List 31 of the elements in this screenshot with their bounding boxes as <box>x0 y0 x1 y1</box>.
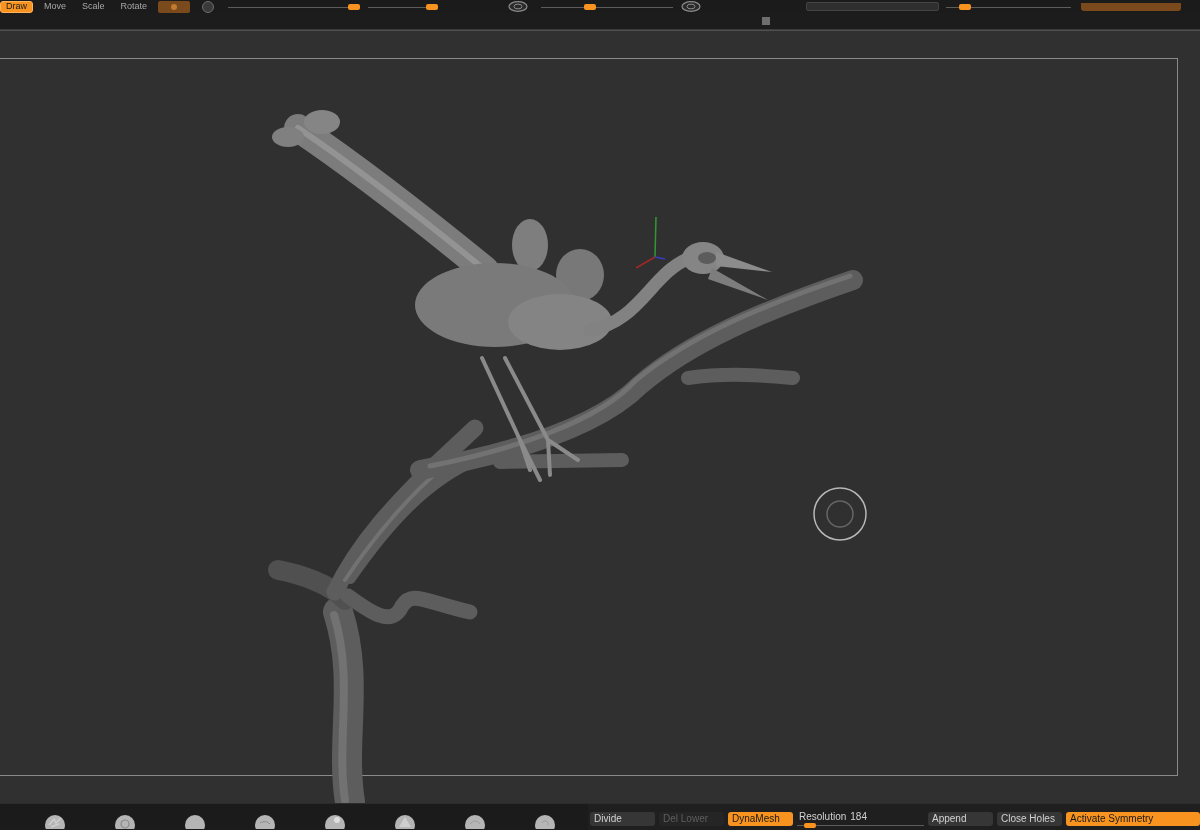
circle-icon[interactable] <box>202 0 215 13</box>
brush-thumbnail-icon[interactable] <box>185 815 205 829</box>
brush-cursor-icon <box>813 487 867 541</box>
axis-gizmo-icon <box>635 216 666 269</box>
mode-button[interactable]: Move <box>39 0 72 13</box>
brush-thumbnail-icon[interactable] <box>395 815 415 829</box>
slider-thumb[interactable] <box>425 3 438 10</box>
ring-icon[interactable] <box>508 1 529 12</box>
ring-icon[interactable] <box>681 1 702 12</box>
panel-button[interactable]: Append <box>928 812 993 826</box>
slider-thumb[interactable] <box>583 3 596 10</box>
slider-label: Resolution <box>799 812 847 822</box>
brush-thumbnail-icon[interactable] <box>535 815 555 829</box>
text-field[interactable] <box>806 2 940 11</box>
mode-button[interactable]: Rotate <box>115 0 153 13</box>
panel-button[interactable]: Divide <box>590 812 655 826</box>
brush-thumbnail-icon[interactable] <box>255 815 275 829</box>
mode-button[interactable]: Scale <box>77 0 110 13</box>
brush-thumbnail-icon[interactable] <box>115 815 135 829</box>
panel-button[interactable]: Activate Symmetry <box>1066 812 1200 826</box>
brush-thumbnail-icon[interactable] <box>45 815 65 829</box>
slider-value: 184 <box>850 812 867 822</box>
panel-button[interactable]: Close Holes <box>997 812 1062 826</box>
toolbar-button[interactable] <box>158 0 191 13</box>
slider-thumb[interactable] <box>958 3 971 10</box>
panel-button[interactable]: DynaMesh <box>728 812 793 826</box>
slider-thumb[interactable] <box>803 823 816 828</box>
brush-thumbnail-icon[interactable] <box>325 815 345 829</box>
slider-thumb[interactable] <box>348 3 361 10</box>
brush-thumbnail-icon[interactable] <box>465 815 485 829</box>
mode-button[interactable]: Draw <box>0 0 33 13</box>
